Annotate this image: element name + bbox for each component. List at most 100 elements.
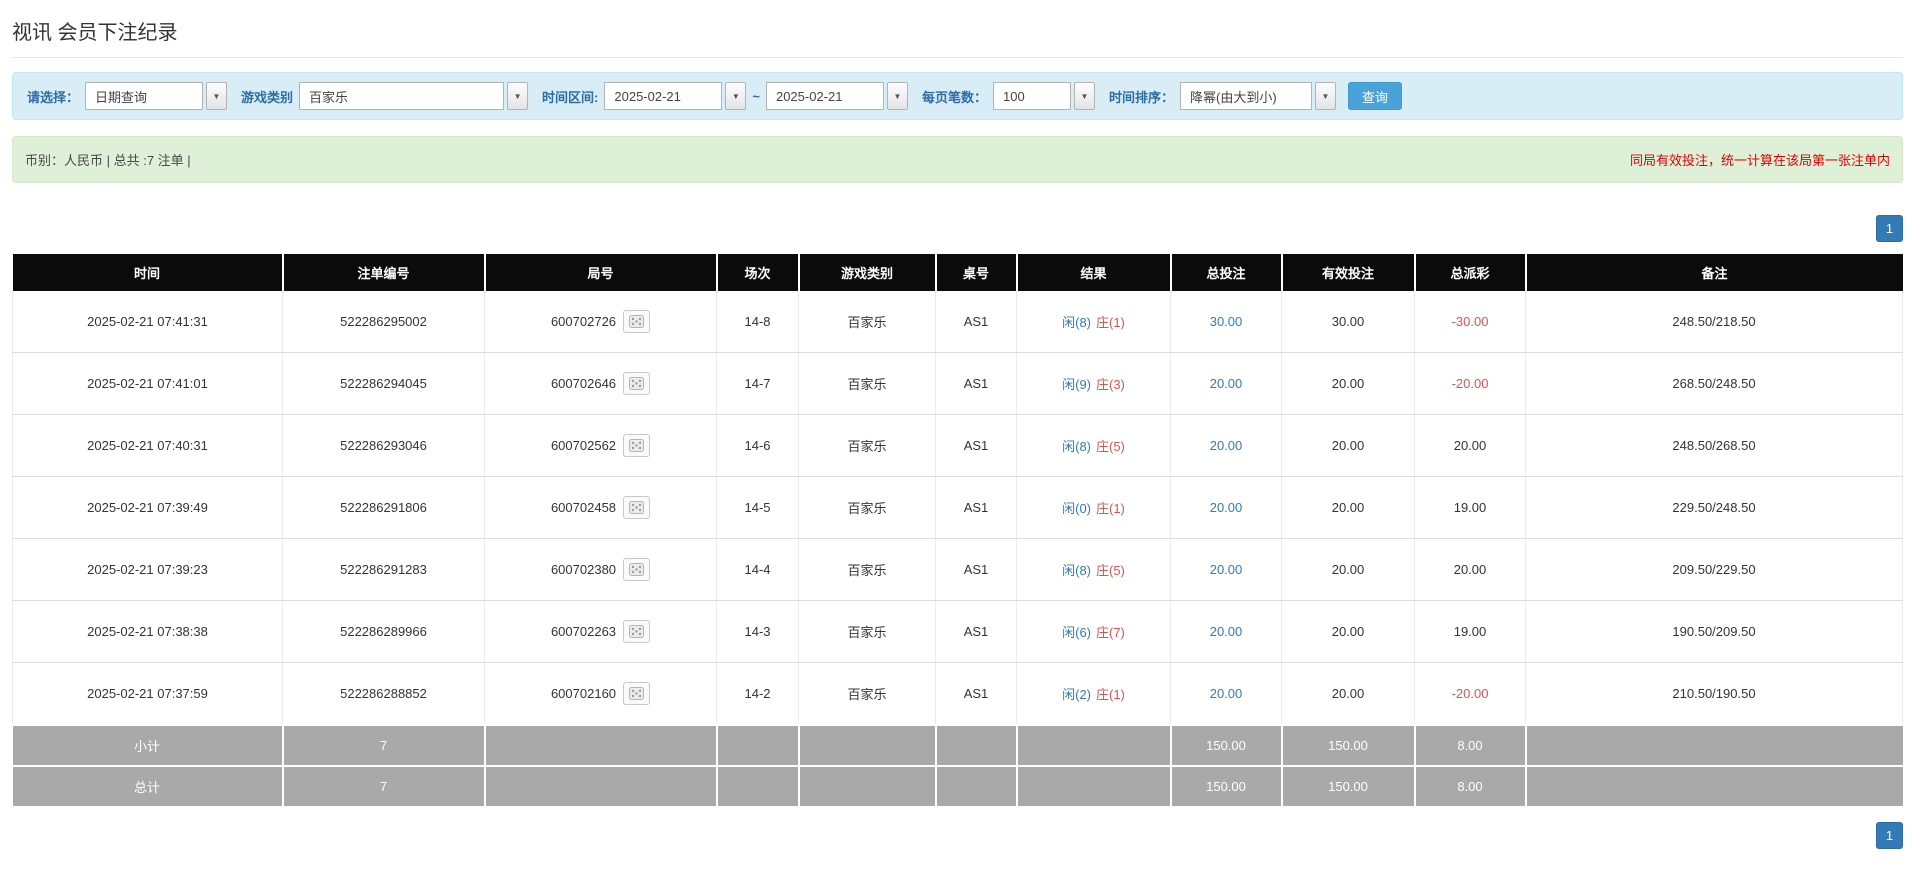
cell-result: 闲(0) 庄(1) xyxy=(1016,476,1171,539)
header-total-bet: 总投注 xyxy=(1170,254,1283,291)
round-replay-button[interactable] xyxy=(623,682,651,705)
result-banker: 庄(3) xyxy=(1096,377,1125,392)
result-player: 闲(8) xyxy=(1062,563,1091,578)
cell-session: 14-5 xyxy=(716,476,799,539)
query-type-select[interactable]: 日期查询 ▼ xyxy=(85,82,228,110)
table-row: 2025-02-21 07:40:31 522286293046 6007025… xyxy=(12,414,1903,477)
cell-time: 2025-02-21 07:40:31 xyxy=(12,414,283,477)
date-to-picker[interactable]: 2025-02-21 ▼ xyxy=(765,82,908,110)
round-replay-button[interactable] xyxy=(623,372,651,395)
game-type-select[interactable]: 百家乐 ▼ xyxy=(299,82,529,110)
caret-down-icon[interactable]: ▼ xyxy=(1315,82,1336,110)
subtotal-row: 小计 7 150.00 150.00 8.00 xyxy=(12,724,1903,766)
caret-down-icon[interactable]: ▼ xyxy=(206,82,228,110)
footer-empty-cell xyxy=(1525,724,1903,766)
cell-result: 闲(8) 庄(1) xyxy=(1016,291,1171,353)
caret-down-icon[interactable]: ▼ xyxy=(1073,82,1095,110)
cell-payout: 20.00 xyxy=(1414,414,1526,477)
cell-game-type: 百家乐 xyxy=(798,600,936,663)
cell-table-no: AS1 xyxy=(935,600,1017,663)
footer-empty-cell xyxy=(935,724,1018,766)
header-round: 局号 xyxy=(484,254,718,291)
page-size-value: 100 xyxy=(992,82,1071,110)
cell-valid-bet: 20.00 xyxy=(1281,476,1415,539)
cell-game-type: 百家乐 xyxy=(798,352,936,415)
sort-order-value: 降幂(由大到小) xyxy=(1180,82,1312,110)
cell-table-no: AS1 xyxy=(935,414,1017,477)
result-player: 闲(2) xyxy=(1062,687,1091,702)
cell-total-bet: 20.00 xyxy=(1170,414,1282,477)
cell-valid-bet: 20.00 xyxy=(1281,600,1415,663)
footer-empty-cell xyxy=(798,724,937,766)
round-replay-button[interactable] xyxy=(623,558,651,581)
table-row: 2025-02-21 07:37:59 522286288852 6007021… xyxy=(12,662,1903,726)
result-player: 闲(8) xyxy=(1062,439,1091,454)
cell-payout: -20.00 xyxy=(1414,662,1526,726)
search-button[interactable]: 查询 xyxy=(1348,82,1403,110)
cell-note: 209.50/229.50 xyxy=(1525,538,1903,601)
date-range-label: 时间区间: xyxy=(542,89,599,105)
page-1-button[interactable]: 1 xyxy=(1876,215,1903,242)
cell-table-no: AS1 xyxy=(935,662,1017,726)
cell-note: 210.50/190.50 xyxy=(1525,662,1903,726)
cell-valid-bet: 20.00 xyxy=(1281,414,1415,477)
date-from-picker[interactable]: 2025-02-21 ▼ xyxy=(604,82,747,110)
query-type-value: 日期查询 xyxy=(85,82,204,110)
cell-result: 闲(8) 庄(5) xyxy=(1016,414,1171,477)
footer-empty-cell xyxy=(1016,724,1172,766)
header-session: 场次 xyxy=(716,254,800,291)
cell-note: 248.50/268.50 xyxy=(1525,414,1903,477)
cell-bet-id: 522286291806 xyxy=(282,476,485,539)
caret-down-icon[interactable]: ▼ xyxy=(725,82,747,110)
result-banker: 庄(1) xyxy=(1096,315,1125,330)
cell-total-bet: 20.00 xyxy=(1170,600,1282,663)
table-row: 2025-02-21 07:41:31 522286295002 6007027… xyxy=(12,291,1903,353)
result-player: 闲(8) xyxy=(1062,315,1091,330)
cell-valid-bet: 20.00 xyxy=(1281,662,1415,726)
table-row: 2025-02-21 07:41:01 522286294045 6007026… xyxy=(12,352,1903,415)
cell-payout: 19.00 xyxy=(1414,600,1526,663)
cell-time: 2025-02-21 07:41:01 xyxy=(12,352,283,415)
date-from-value: 2025-02-21 xyxy=(604,82,723,110)
cell-total-bet: 20.00 xyxy=(1170,476,1282,539)
cell-total-bet: 20.00 xyxy=(1170,352,1282,415)
dice-icon xyxy=(629,563,645,576)
pagination-top: 1 xyxy=(12,215,1903,242)
cell-bet-id: 522286295002 xyxy=(282,291,485,353)
page-1-button[interactable]: 1 xyxy=(1876,822,1903,849)
cell-time: 2025-02-21 07:41:31 xyxy=(12,291,283,353)
result-player: 闲(0) xyxy=(1062,501,1091,516)
header-time: 时间 xyxy=(12,254,284,291)
dice-icon xyxy=(629,501,645,514)
sort-order-select[interactable]: 降幂(由大到小) ▼ xyxy=(1180,82,1336,110)
cell-note: 229.50/248.50 xyxy=(1525,476,1903,539)
cell-time: 2025-02-21 07:39:23 xyxy=(12,538,283,601)
cell-round: 600702380 xyxy=(484,538,717,601)
result-banker: 庄(7) xyxy=(1096,625,1125,640)
caret-down-icon[interactable]: ▼ xyxy=(507,82,529,110)
round-number: 600702562 xyxy=(550,438,617,453)
cell-payout: 19.00 xyxy=(1414,476,1526,539)
dice-icon xyxy=(629,439,645,452)
round-replay-button[interactable] xyxy=(623,434,651,457)
header-table-no: 桌号 xyxy=(935,254,1018,291)
page-size-select[interactable]: 100 ▼ xyxy=(992,82,1095,110)
cell-round: 600702646 xyxy=(484,352,717,415)
cell-session: 14-3 xyxy=(716,600,799,663)
game-type-label: 游戏类别 xyxy=(241,89,294,105)
round-replay-button[interactable] xyxy=(623,310,651,333)
footer-empty-cell xyxy=(484,765,718,806)
total-count: 7 xyxy=(282,765,486,806)
result-banker: 庄(1) xyxy=(1096,501,1125,516)
cell-note: 248.50/218.50 xyxy=(1525,291,1903,353)
round-replay-button[interactable] xyxy=(623,620,651,643)
cell-round: 600702263 xyxy=(484,600,717,663)
cell-game-type: 百家乐 xyxy=(798,414,936,477)
cell-session: 14-2 xyxy=(716,662,799,726)
cell-bet-id: 522286291283 xyxy=(282,538,485,601)
cell-time: 2025-02-21 07:39:49 xyxy=(12,476,283,539)
caret-down-icon[interactable]: ▼ xyxy=(886,82,908,110)
round-replay-button[interactable] xyxy=(623,496,651,519)
dice-icon xyxy=(629,377,645,390)
cell-payout: 20.00 xyxy=(1414,538,1526,601)
